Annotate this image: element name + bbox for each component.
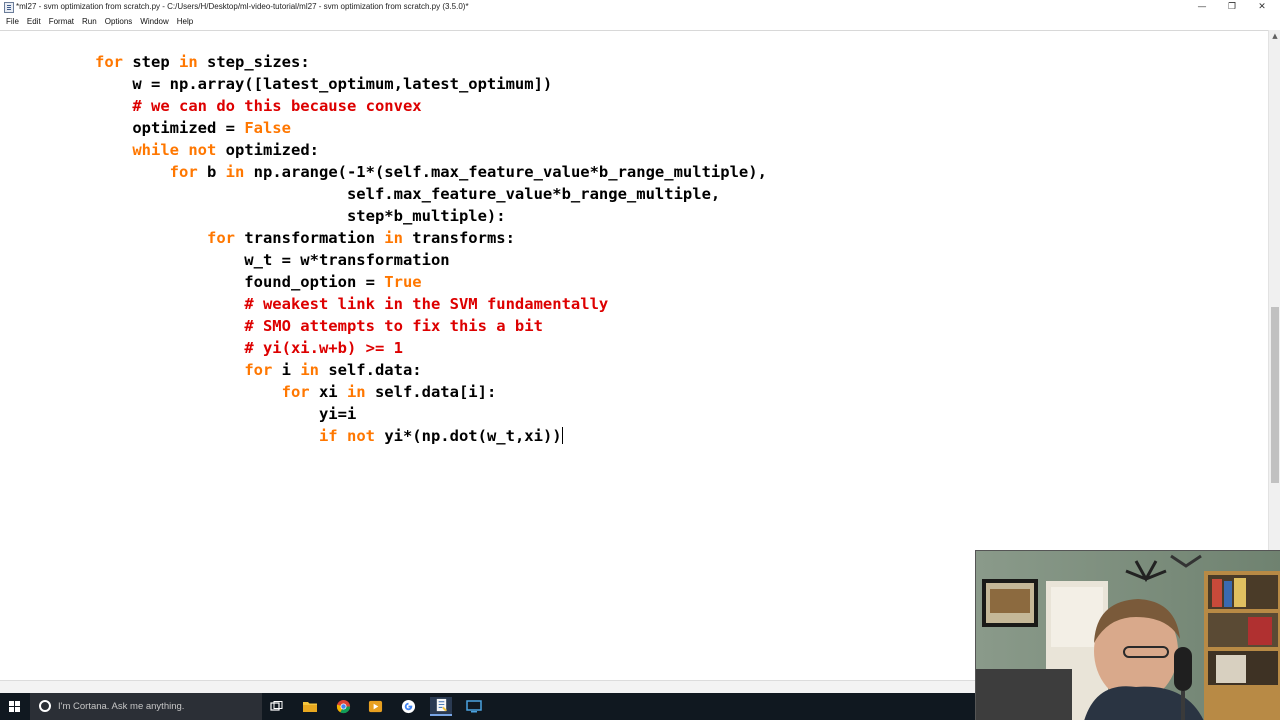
menu-edit[interactable]: Edit bbox=[23, 15, 45, 29]
code-comment: # SMO attempts to fix this a bit bbox=[244, 317, 543, 335]
code-keyword: for bbox=[169, 163, 198, 181]
code-token: self.data: bbox=[318, 361, 422, 379]
code-line[interactable]: # SMO attempts to fix this a bit bbox=[95, 315, 767, 337]
code-line[interactable]: found_option = True bbox=[95, 271, 767, 293]
code-keyword: for bbox=[206, 229, 235, 247]
minimize-button[interactable]: — bbox=[1188, 0, 1216, 15]
code-line[interactable]: self.max_feature_value*b_range_multiple, bbox=[95, 183, 767, 205]
code-line[interactable]: optimized = False bbox=[95, 117, 767, 139]
code-token: b bbox=[197, 163, 226, 181]
code-keyword: if bbox=[318, 427, 338, 445]
code-token: yi*(np.dot(w_t,xi)) bbox=[374, 427, 562, 445]
webcam-overlay-image bbox=[975, 550, 1280, 720]
code-keyword: not bbox=[188, 141, 217, 159]
code-keyword: False bbox=[244, 119, 291, 137]
title-bar: *ml27 - svm optimization from scratch.py… bbox=[0, 0, 1280, 15]
restore-button[interactable]: ❐ bbox=[1218, 0, 1246, 15]
code-token: step*b_multiple): bbox=[95, 207, 506, 225]
code-comment: # yi(xi.w+b) >= 1 bbox=[244, 339, 403, 357]
code-text[interactable]: for step in step_sizes: w = np.array([la… bbox=[95, 51, 767, 447]
window-title: *ml27 - svm optimization from scratch.py… bbox=[16, 2, 469, 11]
code-comment: # weakest link in the SVM fundamentally bbox=[244, 295, 609, 313]
code-token: yi=i bbox=[95, 405, 357, 423]
code-keyword: not bbox=[346, 427, 375, 445]
code-keyword: for bbox=[95, 53, 123, 71]
code-line[interactable]: # we can do this because convex bbox=[95, 95, 767, 117]
task-view-icon[interactable] bbox=[266, 697, 288, 716]
code-comment: # we can do this because convex bbox=[132, 97, 422, 115]
code-token: i bbox=[272, 361, 301, 379]
menu-help[interactable]: Help bbox=[173, 15, 197, 29]
search-placeholder: I'm Cortana. Ask me anything. bbox=[58, 701, 185, 712]
cortana-search-box[interactable]: I'm Cortana. Ask me anything. bbox=[30, 693, 262, 720]
code-line[interactable]: for b in np.arange(-1*(self.max_feature_… bbox=[95, 161, 767, 183]
idle-file-icon bbox=[4, 2, 14, 13]
code-token: w = np.array([latest_optimum,latest_opti… bbox=[95, 75, 553, 93]
menu-run[interactable]: Run bbox=[78, 15, 101, 29]
code-line[interactable]: yi=i bbox=[95, 403, 767, 425]
code-token: optimized: bbox=[216, 141, 319, 159]
code-token: optimized = bbox=[95, 119, 245, 137]
code-token: self.max_feature_value*b_range_multiple, bbox=[95, 185, 721, 203]
menu-options[interactable]: Options bbox=[101, 15, 137, 29]
code-line[interactable]: for xi in self.data[i]: bbox=[95, 381, 767, 403]
code-line[interactable]: w = np.array([latest_optimum,latest_opti… bbox=[95, 73, 767, 95]
chrome-icon[interactable] bbox=[332, 697, 354, 716]
code-token: transformation bbox=[234, 229, 385, 247]
menu-bar: File Edit Format Run Options Window Help bbox=[0, 15, 1280, 29]
screen-recorder-icon[interactable] bbox=[463, 697, 485, 716]
cortana-icon bbox=[39, 700, 51, 712]
code-keyword: for bbox=[244, 361, 273, 379]
code-keyword: in bbox=[346, 383, 366, 401]
code-keyword: True bbox=[384, 273, 422, 291]
text-cursor bbox=[561, 427, 563, 444]
scroll-up-arrow-icon[interactable]: ▲ bbox=[1269, 30, 1280, 42]
close-button[interactable]: ✕ bbox=[1248, 0, 1276, 15]
code-line[interactable]: while not optimized: bbox=[95, 139, 767, 161]
code-token: np.arange(-1*(self.max_feature_value*b_r… bbox=[244, 163, 767, 181]
code-keyword: in bbox=[225, 163, 245, 181]
code-token: xi bbox=[309, 383, 347, 401]
menu-window[interactable]: Window bbox=[136, 15, 172, 29]
code-keyword: for bbox=[281, 383, 310, 401]
code-keyword: while bbox=[132, 141, 179, 159]
code-token: transforms: bbox=[402, 229, 515, 247]
code-line[interactable]: for i in self.data: bbox=[95, 359, 767, 381]
code-line[interactable]: # weakest link in the SVM fundamentally bbox=[95, 293, 767, 315]
code-line[interactable]: w_t = w*transformation bbox=[95, 249, 767, 271]
python-idle-icon[interactable] bbox=[430, 697, 452, 716]
google-icon[interactable] bbox=[397, 697, 419, 716]
code-line[interactable]: for step in step_sizes: bbox=[95, 51, 767, 73]
code-line[interactable]: # yi(xi.w+b) >= 1 bbox=[95, 337, 767, 359]
code-line[interactable]: if not yi*(np.dot(w_t,xi)) bbox=[95, 425, 767, 447]
file-explorer-icon[interactable] bbox=[299, 697, 321, 716]
code-keyword: in bbox=[300, 361, 319, 379]
code-line[interactable]: step*b_multiple): bbox=[95, 205, 767, 227]
code-keyword: in bbox=[179, 53, 198, 71]
code-token: step_sizes: bbox=[197, 53, 310, 71]
code-token: w_t = w*transformation bbox=[95, 251, 450, 269]
scroll-thumb[interactable] bbox=[1271, 307, 1279, 483]
windows-start-icon[interactable] bbox=[0, 693, 30, 720]
menu-format[interactable]: Format bbox=[45, 15, 78, 29]
code-line[interactable]: for transformation in transforms: bbox=[95, 227, 767, 249]
code-keyword: in bbox=[384, 229, 403, 247]
code-token: step bbox=[123, 53, 179, 71]
code-token: self.data[i]: bbox=[365, 383, 497, 401]
code-token: found_option = bbox=[95, 273, 385, 291]
media-player-icon[interactable] bbox=[364, 697, 386, 716]
menu-file[interactable]: File bbox=[2, 15, 23, 29]
